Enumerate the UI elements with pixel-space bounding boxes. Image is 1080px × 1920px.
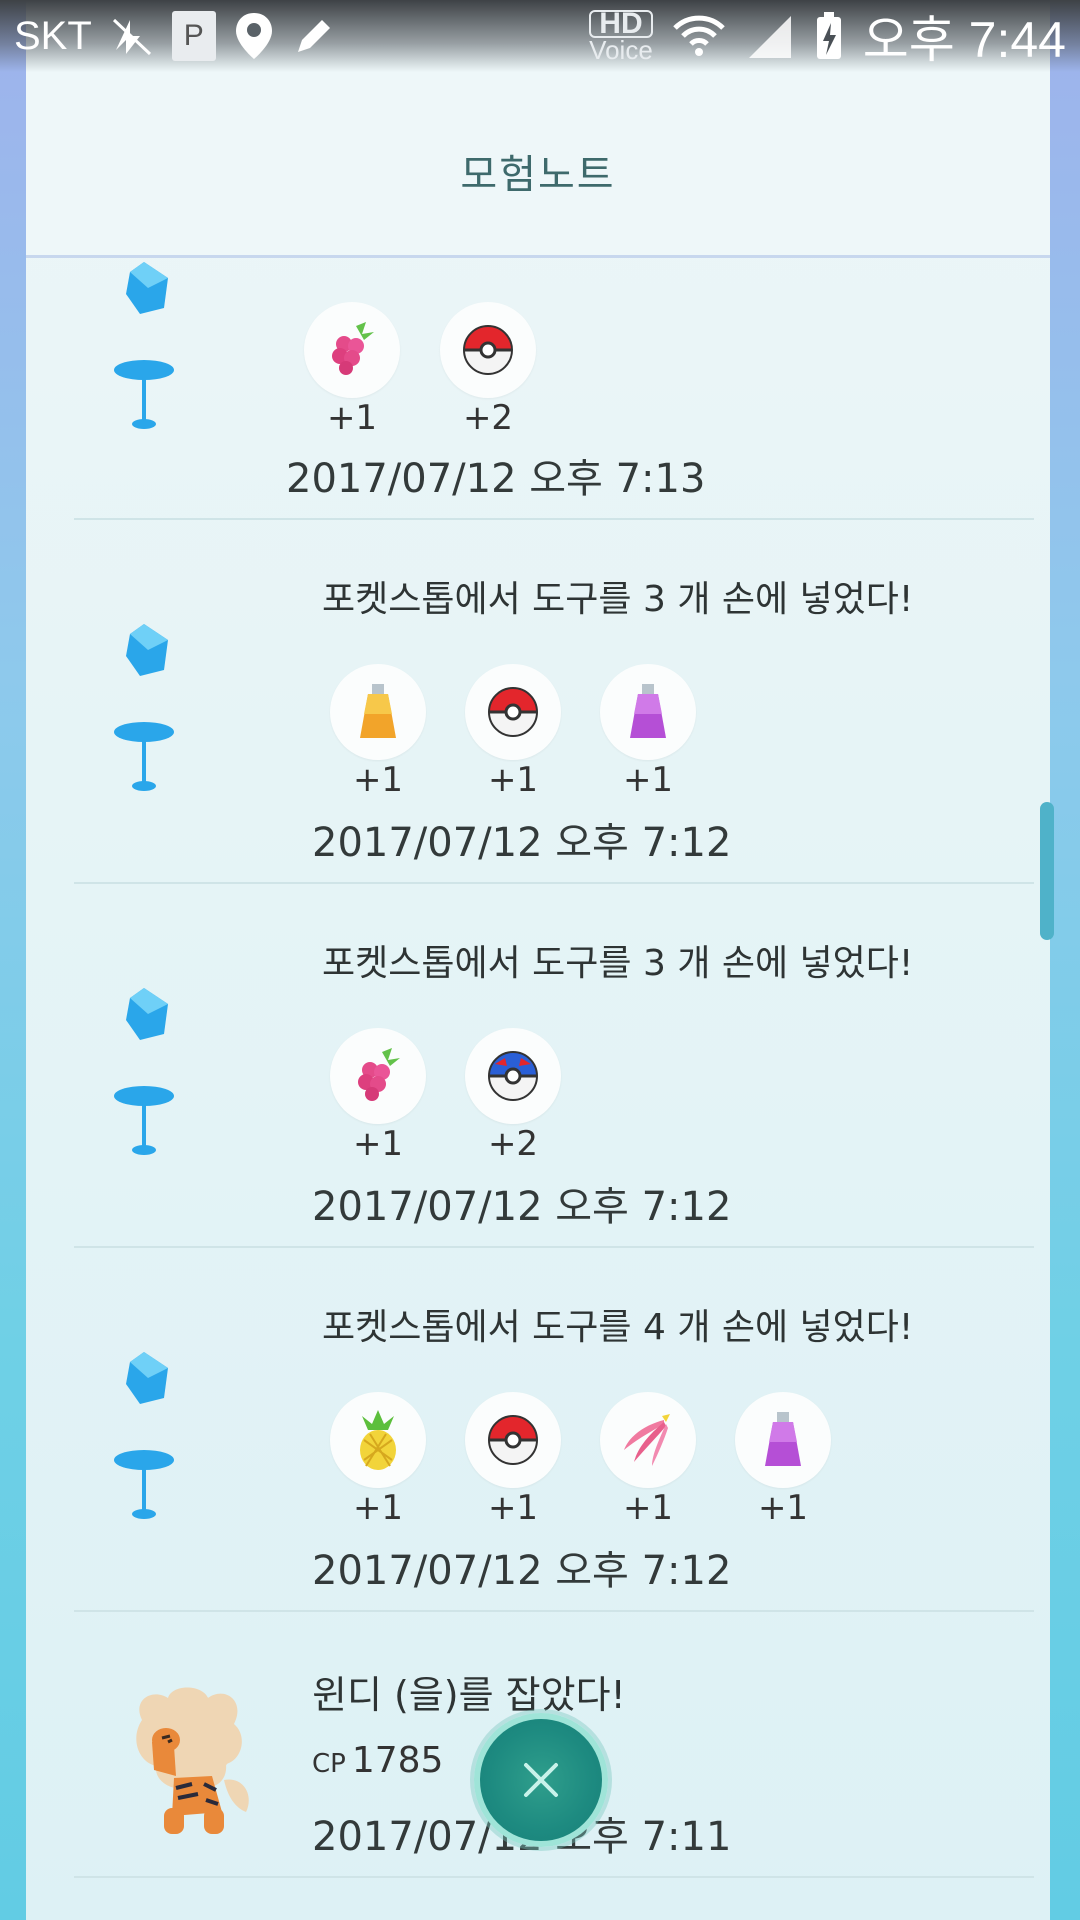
reward-items: +1 +1 +1 <box>330 664 696 800</box>
reward-item: +1 <box>304 302 400 438</box>
scrollbar-thumb[interactable] <box>1040 802 1054 940</box>
carrier-label: SKT <box>14 13 92 58</box>
reward-count: +1 <box>622 1488 674 1528</box>
reward-items: +1 +2 <box>304 302 536 438</box>
reward-count: +1 <box>326 398 378 438</box>
reward-count: +1 <box>352 1488 404 1528</box>
arcanine-pokemon-image <box>136 1687 249 1834</box>
reward-count: +1 <box>352 760 404 800</box>
reward-item: +2 <box>440 302 536 438</box>
hd-label: HD <box>589 9 653 39</box>
close-icon <box>524 1763 558 1797</box>
revive-potion-icon <box>735 1392 831 1488</box>
reward-item: +1 <box>465 1392 561 1528</box>
pokestop-icon <box>114 988 174 1155</box>
page-title: 모험노트 <box>460 152 616 198</box>
no-signal-icon <box>110 14 154 58</box>
entry-timestamp: 2017/07/12 오후 7:12 <box>312 820 732 866</box>
cp-label: CP <box>312 1749 346 1779</box>
reward-count: +1 <box>487 760 539 800</box>
wifi-icon <box>673 14 725 58</box>
reward-item: +1 <box>330 1028 426 1164</box>
pokeball-icon <box>465 664 561 760</box>
close-button[interactable] <box>474 1713 608 1847</box>
clock-time: 오후 7:44 <box>862 12 1066 68</box>
signal-strength-icon <box>745 12 795 60</box>
entry-timestamp: 2017/07/12 오후 7:12 <box>312 1184 732 1230</box>
pencil-icon <box>292 14 336 58</box>
reward-count: +2 <box>462 398 514 438</box>
battery-charging-icon <box>815 11 843 61</box>
hyper-potion-icon <box>330 664 426 760</box>
status-bar: SKT P HD Voice 오후 7:44 <box>0 0 1080 72</box>
cp-value: 1785 <box>351 1740 444 1781</box>
entry-divider <box>74 1876 1034 1878</box>
entry-timestamp: 2017/07/12 오후 7:13 <box>286 456 706 502</box>
hd-voice-icon: HD Voice <box>589 9 653 65</box>
reward-count: +1 <box>622 760 674 800</box>
location-icon <box>234 11 274 61</box>
raspberry-icon <box>330 1028 426 1124</box>
pokeball-icon <box>465 1392 561 1488</box>
cp-value-row: CP 1785 <box>312 1740 443 1781</box>
reward-item: +1 <box>465 664 561 800</box>
greatball-icon <box>465 1028 561 1124</box>
reward-item: +1 <box>600 1392 696 1528</box>
reward-count: +1 <box>757 1488 809 1528</box>
catch-title: 윈디 (을)를 잡았다! <box>312 1673 626 1717</box>
pokeball-icon <box>440 302 536 398</box>
reward-count: +2 <box>487 1124 539 1164</box>
reward-count: +1 <box>487 1488 539 1528</box>
entry-title: 포켓스톱에서 도구를 4 개 손에 넣었다! <box>322 1307 914 1348</box>
entry-divider <box>74 1246 1034 1248</box>
app-notification-icon: P <box>171 11 216 61</box>
reward-item: +1 <box>600 664 696 800</box>
revive-potion-icon <box>600 664 696 760</box>
pinap-berry-icon <box>330 1392 426 1488</box>
reward-item: +1 <box>330 664 426 800</box>
reward-items: +1 +1 +1 +1 <box>330 1392 831 1528</box>
reward-item: +1 <box>735 1392 831 1528</box>
reward-item: +1 <box>330 1392 426 1528</box>
voice-label: Voice <box>589 35 653 65</box>
reward-items: +1 +2 <box>330 1028 561 1164</box>
raspberry-icon <box>304 302 400 398</box>
reward-count: +1 <box>352 1124 404 1164</box>
nanab-berry-icon <box>600 1392 696 1488</box>
entry-timestamp: 2017/07/12 오후 7:12 <box>312 1548 732 1594</box>
pokestop-icon <box>114 1352 174 1519</box>
entry-divider <box>74 1610 1034 1612</box>
reward-item: +2 <box>465 1028 561 1164</box>
pokestop-icon <box>114 262 174 429</box>
entry-title: 포켓스톱에서 도구를 3 개 손에 넣었다! <box>322 943 914 984</box>
entry-title: 포켓스톱에서 도구를 3 개 손에 넣었다! <box>322 579 914 620</box>
entry-divider <box>74 518 1034 520</box>
journal-feed[interactable]: +1 +2 2017/07/12 오후 7:13 포켓스톱에서 도구를 3 개 … <box>0 0 1080 1920</box>
entry-divider <box>74 882 1034 884</box>
pokestop-icon <box>114 624 174 791</box>
